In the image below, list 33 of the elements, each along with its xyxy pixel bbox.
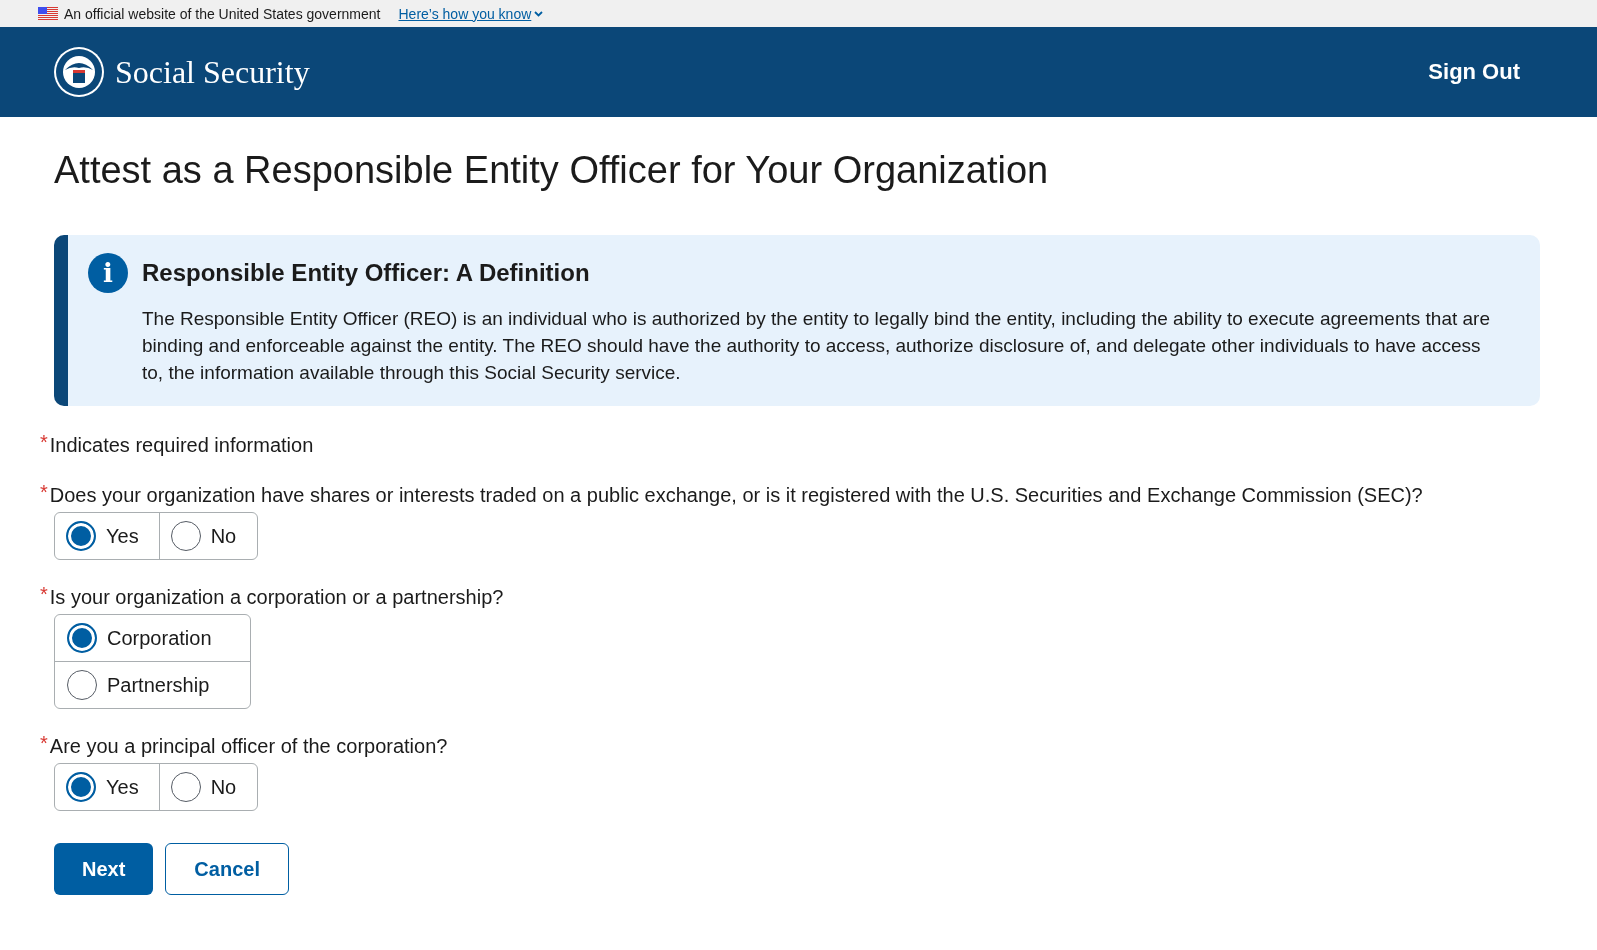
radio-option[interactable]: Yes [55,513,159,559]
required-mark: * [40,584,48,604]
radio-button[interactable] [170,521,201,551]
question-label: Does your organization have shares or interests traded on a public exchange, or is it registered with the U.S. Securities and Exchange Commission (SEC)? [49,483,1423,508]
page-title: Attest as a Responsible Entity Officer for Your Organization [54,149,1050,192]
cancel-button[interactable]: Cancel [165,843,289,895]
chevron-down-icon [534,10,544,17]
radio-option[interactable]: No [158,764,257,810]
question-label: Are you a principal officer of the corporation? [49,734,448,759]
site-title: Social Security [115,53,310,91]
radio-button[interactable] [67,623,97,653]
required-legend: Indicates required information [49,432,314,458]
alert-body: The Responsible Entity Officer (REO) is an individual who is authorized by the entity to legally bind the entity, including the ability to execute agreements that are binding and enforceable against the entity. The REO should have the authority to access, authorize disclosure of, and delegate other individuals to have access to, the information available through this Social Security service. [142,307,1491,385]
banner-link[interactable]: Here’s how you know [398,5,544,22]
sign-out-link[interactable]: Sign Out [1428,59,1520,85]
radio-option[interactable]: Partnership [55,661,250,708]
banner-text: An official website of the United States government [64,5,381,22]
radio-button[interactable] [66,521,96,551]
radio-option[interactable]: No [158,513,257,559]
info-icon: i [88,253,128,293]
radio-button[interactable] [67,670,97,700]
required-mark: * [40,482,48,502]
next-button[interactable]: Next [54,843,154,895]
question-label: Is your organization a corporation or a partnership? [49,585,504,610]
radio-button[interactable] [170,772,201,802]
radio-button[interactable] [66,772,96,802]
radio-option[interactable]: Corporation [55,615,250,661]
required-mark: * [40,432,48,452]
us-flag-icon [38,7,58,20]
required-mark: * [40,733,48,753]
radio-option[interactable]: Yes [55,764,159,810]
agency-seal-icon [53,46,105,98]
alert-heading: Responsible Entity Officer: A Definition [142,259,591,287]
